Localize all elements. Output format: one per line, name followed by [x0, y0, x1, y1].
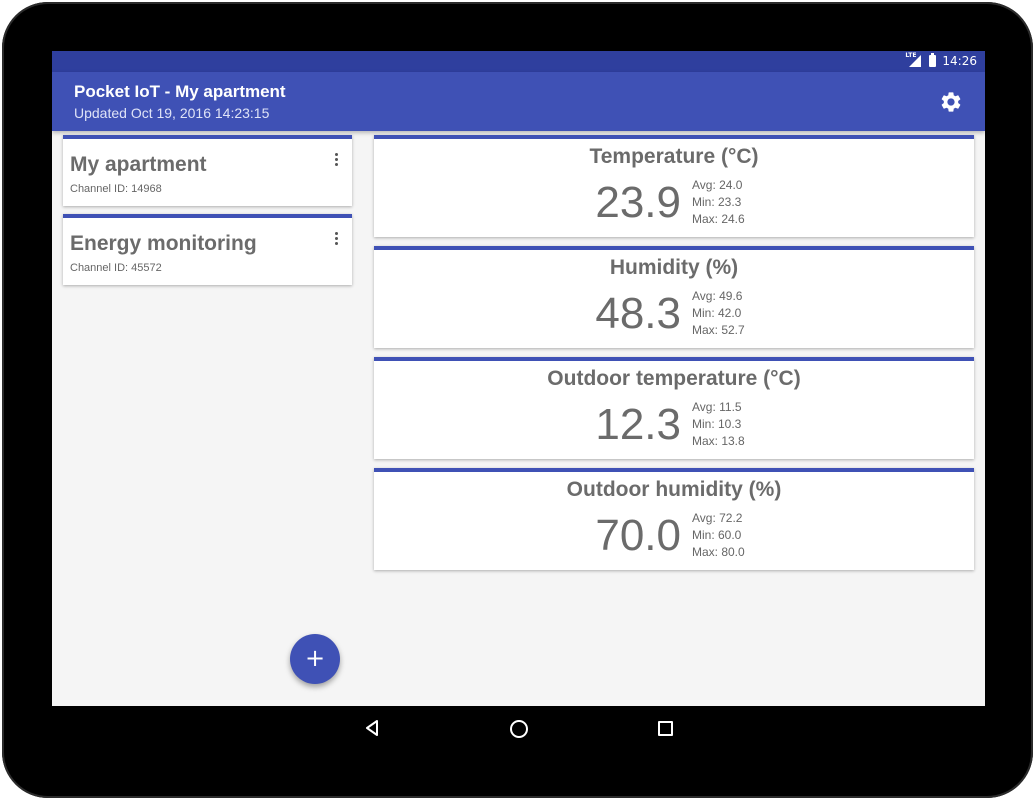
stat-min: Min: 60.0 [692, 528, 742, 542]
more-vert-icon[interactable] [332, 153, 340, 169]
status-bar: LTE 14:26 [52, 51, 985, 72]
navigation-bar [52, 706, 985, 750]
last-updated: Updated Oct 19, 2016 14:23:15 [74, 105, 270, 121]
channel-id: Channel ID: 14968 [70, 183, 162, 195]
app-bar: Pocket IoT - My apartment Updated Oct 19… [52, 72, 985, 131]
channel-card-my-apartment[interactable]: My apartment Channel ID: 14968 [63, 135, 352, 206]
sensor-card-outdoor-humidity[interactable]: Outdoor humidity (%) 70.0 Avg: 72.2 Min:… [374, 468, 974, 570]
stat-max: Max: 52.7 [692, 323, 745, 337]
stat-avg: Avg: 49.6 [692, 289, 743, 303]
stat-max: Max: 80.0 [692, 545, 745, 559]
network-type: LTE [905, 51, 917, 59]
sensor-card-temperature[interactable]: Temperature (°C) 23.9 Avg: 24.0 Min: 23.… [374, 135, 974, 237]
sensor-title: Outdoor humidity (%) [566, 478, 782, 501]
status-icons: LTE 14:26 [905, 51, 977, 69]
sensor-value: 12.3 [595, 400, 681, 449]
stat-avg: Avg: 11.5 [692, 400, 742, 414]
stat-min: Min: 42.0 [692, 306, 742, 320]
sensor-value: 48.3 [595, 289, 681, 338]
channel-card-energy-monitoring[interactable]: Energy monitoring Channel ID: 45572 [63, 214, 352, 285]
sensor-stats: Avg: 72.2 Min: 60.0 Max: 80.0 [692, 510, 745, 561]
sensor-value: 70.0 [595, 511, 681, 560]
status-time: 14:26 [942, 54, 977, 68]
back-icon[interactable] [364, 720, 380, 736]
channel-name: My apartment [70, 153, 207, 176]
add-channel-button[interactable]: + [290, 634, 340, 684]
channel-id: Channel ID: 45572 [70, 262, 162, 274]
stat-max: Max: 13.8 [692, 434, 745, 448]
sensor-title: Humidity (%) [609, 256, 739, 279]
sensor-card-outdoor-temperature[interactable]: Outdoor temperature (°C) 12.3 Avg: 11.5 … [374, 357, 974, 459]
home-icon[interactable] [510, 720, 528, 738]
sensor-stats: Avg: 11.5 Min: 10.3 Max: 13.8 [692, 399, 745, 450]
recent-apps-icon[interactable] [658, 721, 673, 736]
stat-max: Max: 24.6 [692, 212, 745, 226]
battery-icon [929, 53, 937, 67]
stat-avg: Avg: 72.2 [692, 511, 743, 525]
app-title: Pocket IoT - My apartment [74, 82, 286, 101]
sensor-value: 23.9 [595, 178, 681, 227]
stat-min: Min: 23.3 [692, 195, 742, 209]
gear-icon[interactable] [939, 90, 963, 114]
sensor-card-humidity[interactable]: Humidity (%) 48.3 Avg: 49.6 Min: 42.0 Ma… [374, 246, 974, 348]
lte-signal-icon: LTE [905, 51, 923, 68]
sensor-title: Outdoor temperature (°C) [547, 367, 801, 390]
stat-avg: Avg: 24.0 [692, 178, 743, 192]
stat-min: Min: 10.3 [692, 417, 742, 431]
sensor-stats: Avg: 24.0 Min: 23.3 Max: 24.6 [692, 177, 745, 228]
sensor-stats: Avg: 49.6 Min: 42.0 Max: 52.7 [692, 288, 745, 339]
sensor-title: Temperature (°C) [589, 145, 759, 168]
screen: LTE 14:26 Pocket IoT - My apartment Upda… [52, 51, 985, 706]
channel-name: Energy monitoring [70, 232, 257, 255]
more-vert-icon[interactable] [332, 232, 340, 248]
